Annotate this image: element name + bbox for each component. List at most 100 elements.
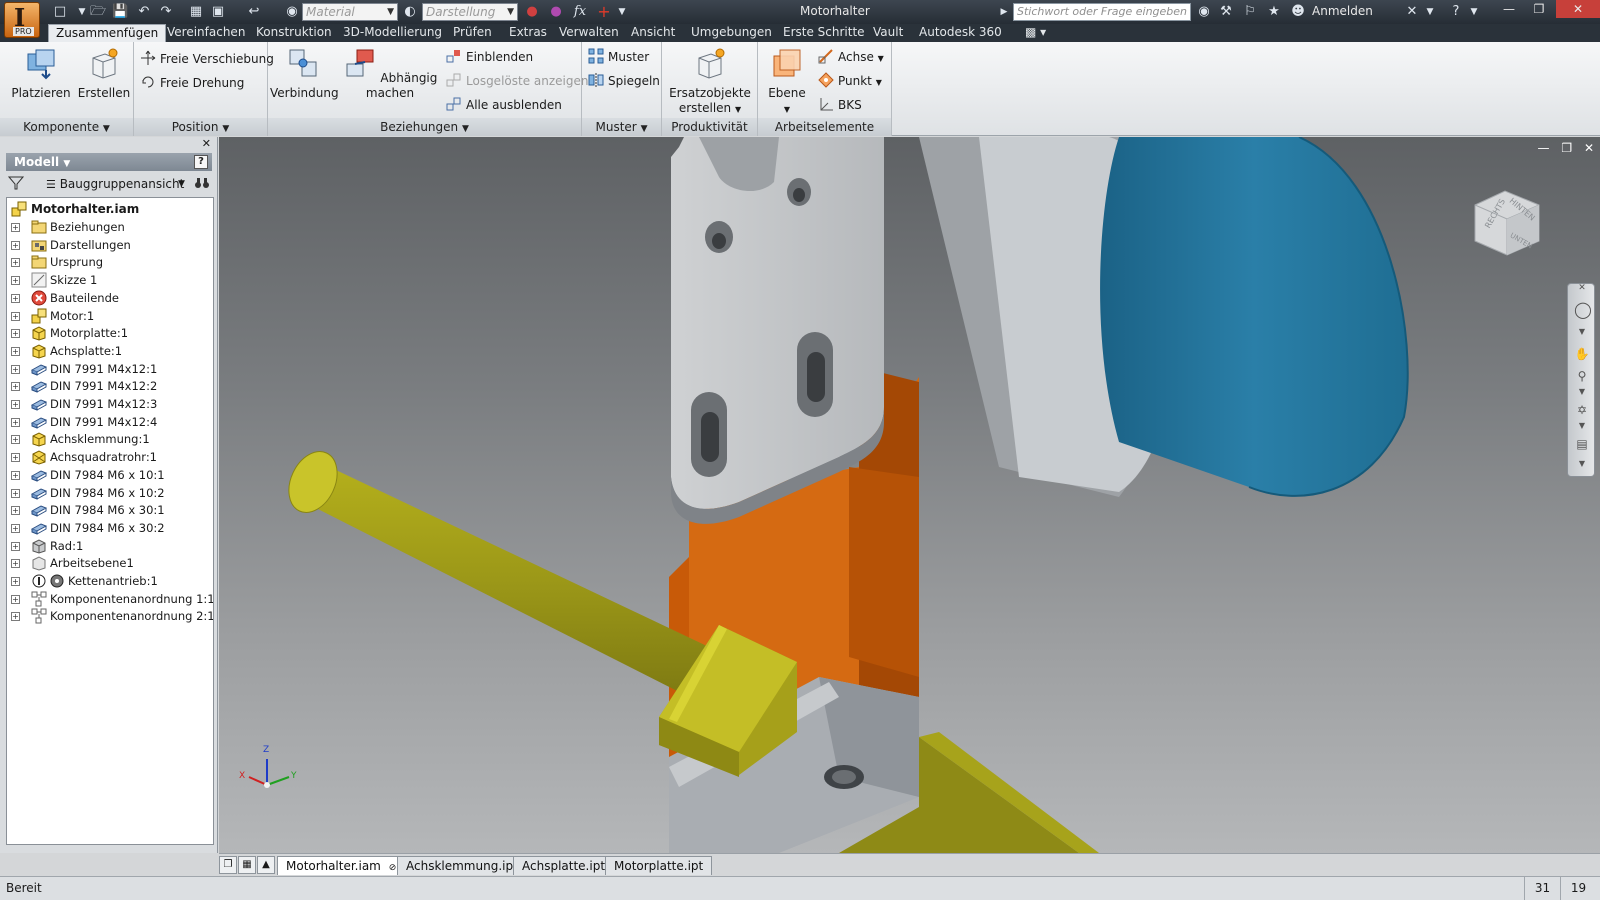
close-button[interactable]: ✕ xyxy=(1556,0,1600,18)
tab-assemble[interactable]: Zusammenfügen xyxy=(48,24,167,42)
navbar-close-icon[interactable]: ✕ xyxy=(1574,280,1590,296)
graphics-viewport[interactable]: RECHTS HINTEN UNTEN — ❐ ✕ ✕ ◯ ▼ ✋ ⚲ ▼ ✡ … xyxy=(219,137,1600,853)
expand-icon[interactable]: + xyxy=(11,559,20,569)
expand-icon[interactable]: + xyxy=(11,470,20,480)
clear-appearance-icon[interactable]: ● xyxy=(524,4,540,20)
expand-icon[interactable]: + xyxy=(11,258,20,268)
tab-environments[interactable]: Umgebungen xyxy=(684,24,779,42)
expand-icon[interactable]: + xyxy=(11,346,20,356)
expand-icon[interactable]: + xyxy=(11,364,20,374)
return-icon[interactable]: ↩ xyxy=(246,4,262,20)
expand-icon[interactable]: + xyxy=(11,577,20,586)
application-menu-button[interactable]: I PRO xyxy=(4,2,40,38)
shaft-part[interactable] xyxy=(280,444,709,697)
panel-position-footer[interactable]: Position ▼ xyxy=(134,118,267,136)
customize-dropdown-icon[interactable]: ▼ xyxy=(614,4,630,20)
expand-icon[interactable]: + xyxy=(11,594,20,604)
exchange-apps-icon[interactable]: ✕ xyxy=(1404,4,1420,20)
doc-tab-motorplatte[interactable]: Motorplatte.ipt xyxy=(605,856,713,875)
expand-icon[interactable]: + xyxy=(11,240,20,250)
ucs-button[interactable]: BKS xyxy=(818,96,862,113)
measure-icon[interactable]: + xyxy=(596,4,612,20)
expand-icon[interactable]: + xyxy=(11,311,20,321)
browser-help-icon[interactable]: ? xyxy=(194,155,208,169)
orbit-icon[interactable]: ✡ xyxy=(1574,402,1590,418)
sign-in-button[interactable]: Anmelden xyxy=(1312,4,1373,18)
create-button[interactable]: Erstellen xyxy=(76,46,132,101)
ribbon-display-toggle[interactable]: ▩ ▾ xyxy=(1018,24,1053,42)
parameters-icon[interactable]: fx xyxy=(572,4,588,20)
expand-icon[interactable]: + xyxy=(11,276,20,286)
expand-icon[interactable]: + xyxy=(11,293,20,303)
tab-vault[interactable]: Vault xyxy=(866,24,910,42)
show-relaxed-button[interactable]: Losgelöste anzeigen xyxy=(446,72,588,89)
color-override-icon[interactable]: ◉ xyxy=(284,4,300,20)
minimize-button[interactable]: — xyxy=(1494,0,1524,18)
expand-icon[interactable]: + xyxy=(11,612,20,622)
help-search-input[interactable]: Stichwort oder Frage eingeben xyxy=(1013,3,1191,21)
tile-windows-icon[interactable]: ▦ xyxy=(238,856,256,874)
expand-icon[interactable]: + xyxy=(11,523,20,533)
filter-icon[interactable] xyxy=(7,174,25,194)
expand-icon[interactable]: + xyxy=(11,417,20,427)
update-icon[interactable]: ▦ xyxy=(188,4,204,20)
doc-tab-achsklemmung[interactable]: Achsklemmung.ipt xyxy=(397,856,527,875)
expand-icon[interactable]: + xyxy=(11,435,20,445)
viewcube[interactable]: RECHTS HINTEN UNTEN xyxy=(1473,177,1543,257)
redo-icon[interactable]: ↷ xyxy=(158,4,174,20)
binoculars-icon[interactable]: ◉ xyxy=(1196,4,1212,20)
steering-wheel-icon[interactable]: ◯ xyxy=(1574,302,1592,318)
mirror-button[interactable]: Spiegeln xyxy=(588,72,660,89)
chevron-down-icon[interactable]: ▼ xyxy=(1574,456,1590,472)
show-button[interactable]: Einblenden xyxy=(446,48,533,65)
panel-relationships-footer[interactable]: Beziehungen ▼ xyxy=(268,118,581,136)
undo-icon[interactable]: ↶ xyxy=(136,4,152,20)
close-icon[interactable]: ⊘ xyxy=(389,863,397,873)
axis-button[interactable]: Achse ▼ xyxy=(818,48,884,67)
tab-manage[interactable]: Verwalten xyxy=(552,24,626,42)
joint-button[interactable]: Verbindung xyxy=(270,46,339,101)
appearance-icon[interactable]: ◐ xyxy=(402,4,418,20)
new-dropdown-icon[interactable]: ▼ xyxy=(74,4,90,20)
tab-view[interactable]: Ansicht xyxy=(624,24,682,42)
select-icon[interactable]: ▣ xyxy=(210,4,226,20)
browser-header[interactable]: Modell ▼ ? xyxy=(6,153,212,171)
binoculars-icon[interactable] xyxy=(194,174,210,194)
help-dropdown-icon[interactable]: ▼ xyxy=(1466,4,1482,20)
tab-simplify[interactable]: Vereinfachen xyxy=(160,24,252,42)
look-at-icon[interactable]: ▤ xyxy=(1574,436,1590,452)
pattern-button[interactable]: Muster xyxy=(588,48,649,65)
document-list-icon[interactable]: ▲ xyxy=(257,856,275,874)
place-button[interactable]: Platzieren xyxy=(10,46,72,101)
assembly-3d-model[interactable] xyxy=(219,137,1600,853)
browser-view-dropdown[interactable]: ☰ Bauggruppenansicht xyxy=(46,174,184,195)
expand-icon[interactable]: + xyxy=(11,453,20,463)
expand-icon[interactable]: + xyxy=(11,506,20,516)
panel-component-footer[interactable]: Komponente ▼ xyxy=(0,118,133,136)
new-icon[interactable]: □ xyxy=(52,4,68,20)
plane-button[interactable]: Ebene ▼ xyxy=(764,46,810,117)
expand-icon[interactable]: + xyxy=(11,382,20,392)
tab-inspect[interactable]: Prüfen xyxy=(446,24,499,42)
open-icon[interactable]: 🗁 xyxy=(90,4,106,20)
zoom-icon[interactable]: ⚲ xyxy=(1574,368,1590,384)
material-dropdown[interactable]: Material ▼ xyxy=(302,3,398,21)
chevron-down-icon[interactable]: ▼ xyxy=(1574,384,1590,400)
tab-autodesk-360[interactable]: Autodesk 360 xyxy=(912,24,1009,42)
communication-center-icon[interactable]: ⚐ xyxy=(1242,4,1258,20)
tools-icon[interactable]: ⚒ xyxy=(1218,4,1234,20)
maximize-button[interactable]: ❐ xyxy=(1524,0,1554,18)
chevron-down-icon[interactable]: ▼ xyxy=(1574,324,1590,340)
expand-icon[interactable]: + xyxy=(11,400,20,409)
viewport-minimize-button[interactable]: — xyxy=(1538,141,1550,155)
expand-icon[interactable]: + xyxy=(11,488,20,498)
expand-icon[interactable]: + xyxy=(11,329,20,339)
help-icon[interactable]: ? xyxy=(1448,4,1464,20)
expand-icon[interactable]: + xyxy=(11,541,20,551)
search-expand-icon[interactable]: ▶ xyxy=(996,4,1012,20)
adjust-appearance-icon[interactable]: ● xyxy=(548,4,564,20)
chevron-down-icon[interactable]: ▼ xyxy=(178,174,185,194)
free-move-button[interactable]: Freie Verschiebung xyxy=(140,50,274,67)
doc-tab-motorhalter[interactable]: Motorhalter.iam ⊘ xyxy=(277,856,406,875)
doc-tab-achsplatte[interactable]: Achsplatte.ipt xyxy=(513,856,615,875)
